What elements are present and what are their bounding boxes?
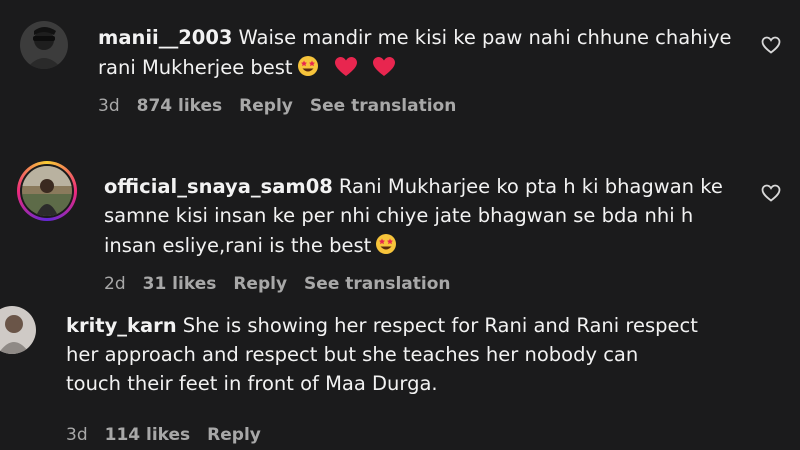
reply-button[interactable]: Reply bbox=[233, 274, 287, 294]
star-struck-emoji bbox=[297, 55, 319, 85]
comment-text-line: touch their feet in front of Maa Durga. bbox=[66, 372, 438, 395]
avatar[interactable] bbox=[20, 21, 68, 69]
comment-body: manii__2003 Waise mandir me kisi ke paw n… bbox=[98, 23, 732, 85]
avatar[interactable] bbox=[17, 161, 77, 221]
avatar-story-ring bbox=[20, 164, 74, 218]
see-translation-button[interactable]: See translation bbox=[310, 96, 456, 116]
comment-text-line: samne kisi insan ke per nhi chiye jate b… bbox=[104, 204, 694, 227]
reply-button[interactable]: Reply bbox=[207, 425, 261, 445]
comment-time: 3d bbox=[66, 425, 88, 445]
comment-text-line: Rani Mukharjee ko pta h ki bhagwan ke bbox=[338, 175, 723, 198]
like-heart-icon[interactable] bbox=[761, 36, 781, 54]
avatar[interactable] bbox=[0, 306, 36, 354]
red-heart-emoji bbox=[373, 56, 395, 85]
comment-meta: 3d 114 likes Reply bbox=[66, 425, 278, 445]
likes-count[interactable]: 31 likes bbox=[143, 274, 217, 294]
comment-body: krity_karn She is showing her respect for… bbox=[66, 311, 698, 398]
comment-username[interactable]: manii__2003 bbox=[98, 26, 233, 49]
see-translation-button[interactable]: See translation bbox=[304, 274, 450, 294]
likes-count[interactable]: 114 likes bbox=[105, 425, 191, 445]
comment-username[interactable]: krity_karn bbox=[66, 314, 177, 337]
comment-thread: manii__2003 Waise mandir me kisi ke paw n… bbox=[0, 0, 800, 450]
comment-text-line: rani Mukherjee best bbox=[98, 56, 293, 79]
red-heart-emoji bbox=[334, 56, 357, 85]
emoji-group bbox=[297, 52, 405, 85]
likes-count[interactable]: 874 likes bbox=[137, 96, 223, 116]
comment-text-line: her approach and respect but she teaches… bbox=[66, 343, 639, 366]
comment-time: 3d bbox=[98, 96, 120, 116]
comment-meta: 3d 874 likes Reply See translation bbox=[98, 96, 473, 116]
comment-meta: 2d 31 likes Reply See translation bbox=[104, 274, 468, 294]
comment-text-line: She is showing her respect for Rani and … bbox=[182, 314, 698, 337]
emoji-group bbox=[375, 230, 407, 263]
reply-button[interactable]: Reply bbox=[239, 96, 293, 116]
like-heart-icon[interactable] bbox=[761, 184, 781, 202]
comment-body: official_snaya_sam08 Rani Mukharjee ko pt… bbox=[104, 172, 723, 263]
comment-username[interactable]: official_snaya_sam08 bbox=[104, 175, 333, 198]
star-struck-emoji bbox=[375, 233, 397, 263]
comment-text-line: Waise mandir me kisi ke paw nahi chhune … bbox=[238, 26, 732, 49]
comment-text-line: insan esliye,rani is the best bbox=[104, 234, 372, 257]
avatar-image bbox=[22, 166, 72, 216]
comment-time: 2d bbox=[104, 274, 126, 294]
